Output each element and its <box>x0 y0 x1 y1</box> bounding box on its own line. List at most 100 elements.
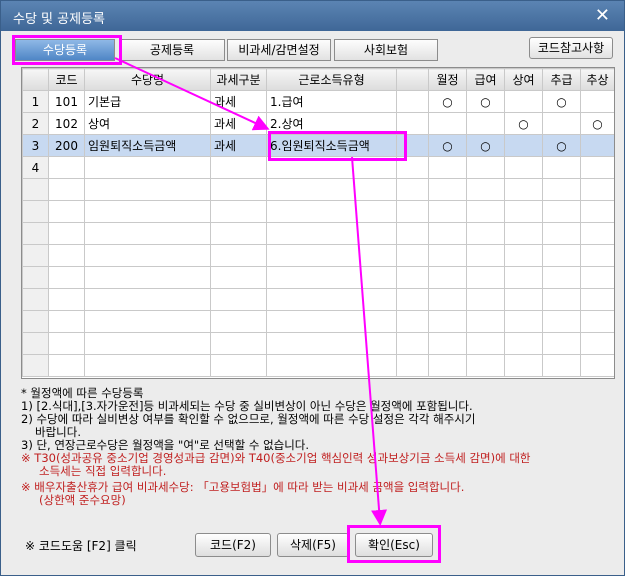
col-header-add-salary[interactable]: 추급 <box>542 68 581 91</box>
empty-cell[interactable] <box>466 222 505 245</box>
empty-cell[interactable] <box>428 222 467 245</box>
empty-cell[interactable] <box>504 266 543 289</box>
close-icon[interactable]: ✕ <box>595 5 610 26</box>
empty-cell[interactable] <box>210 222 267 245</box>
empty-cell[interactable] <box>466 178 505 201</box>
empty-cell[interactable] <box>504 178 543 201</box>
cell-tax[interactable]: 과세 <box>210 90 267 113</box>
table-row-empty[interactable] <box>22 244 614 267</box>
empty-cell[interactable] <box>210 200 267 223</box>
cell-monthly[interactable] <box>428 112 467 135</box>
empty-cell[interactable] <box>84 200 211 223</box>
cell-code[interactable]: 200 <box>48 134 85 157</box>
table-row-empty[interactable] <box>22 354 614 377</box>
delete-button[interactable]: 삭제(F5) <box>277 533 349 557</box>
empty-cell[interactable] <box>266 200 397 223</box>
table-row-empty[interactable] <box>22 310 614 333</box>
empty-cell[interactable] <box>48 332 85 355</box>
cell-name[interactable]: 상여 <box>84 112 211 135</box>
empty-cell[interactable] <box>504 200 543 223</box>
cell-income-type[interactable] <box>266 156 397 179</box>
cell-salary[interactable]: ○ <box>466 90 505 113</box>
cell-code[interactable] <box>48 156 85 179</box>
empty-cell[interactable] <box>210 244 267 267</box>
table-row[interactable]: 2 102 상여 과세 2.상여 ○ ○ <box>22 112 614 135</box>
cell-salary[interactable]: ○ <box>466 134 505 157</box>
col-header-bonus[interactable]: 상여 <box>504 68 543 91</box>
cell-income-type[interactable]: 6.임원퇴직소득금액 <box>266 134 397 157</box>
empty-cell[interactable] <box>504 310 543 333</box>
cell-add-bonus[interactable] <box>580 156 614 179</box>
empty-cell[interactable] <box>466 200 505 223</box>
empty-cell[interactable] <box>542 266 581 289</box>
table-row-empty[interactable] <box>22 200 614 223</box>
empty-cell[interactable] <box>396 310 429 333</box>
col-header-tax[interactable]: 과세구분 <box>210 68 267 91</box>
empty-cell[interactable] <box>428 310 467 333</box>
empty-cell[interactable] <box>210 288 267 311</box>
cell-bonus[interactable] <box>504 134 543 157</box>
cell-bonus[interactable]: ○ <box>504 112 543 135</box>
empty-cell[interactable] <box>48 288 85 311</box>
empty-cell[interactable] <box>580 354 614 377</box>
empty-cell[interactable] <box>580 222 614 245</box>
empty-cell[interactable] <box>396 332 429 355</box>
table-row[interactable]: 4 <box>22 156 614 179</box>
empty-cell[interactable] <box>542 178 581 201</box>
col-header-add-bonus[interactable]: 추상 <box>580 68 614 91</box>
empty-cell[interactable] <box>84 288 211 311</box>
empty-cell[interactable] <box>466 310 505 333</box>
empty-cell[interactable] <box>266 244 397 267</box>
cell-add-bonus[interactable]: ○ <box>580 112 614 135</box>
empty-cell[interactable] <box>428 244 467 267</box>
empty-cell[interactable] <box>466 332 505 355</box>
empty-cell[interactable] <box>542 354 581 377</box>
empty-cell[interactable] <box>504 244 543 267</box>
empty-cell[interactable] <box>428 266 467 289</box>
empty-cell[interactable] <box>428 332 467 355</box>
empty-cell[interactable] <box>266 178 397 201</box>
empty-cell[interactable] <box>580 178 614 201</box>
empty-cell[interactable] <box>504 288 543 311</box>
code-button[interactable]: 코드(F2) <box>195 533 271 557</box>
cell-name[interactable]: 임원퇴직소득금액 <box>84 134 211 157</box>
cell-tax[interactable] <box>210 156 267 179</box>
empty-cell[interactable] <box>504 332 543 355</box>
empty-cell[interactable] <box>48 310 85 333</box>
empty-cell[interactable] <box>84 244 211 267</box>
empty-cell[interactable] <box>396 222 429 245</box>
table-row-empty[interactable] <box>22 332 614 355</box>
table-row-empty[interactable] <box>22 222 614 245</box>
empty-cell[interactable] <box>580 288 614 311</box>
empty-cell[interactable] <box>428 200 467 223</box>
cell-add-salary[interactable] <box>542 112 581 135</box>
empty-cell[interactable] <box>396 266 429 289</box>
empty-cell[interactable] <box>396 288 429 311</box>
empty-cell[interactable] <box>466 266 505 289</box>
empty-cell[interactable] <box>84 310 211 333</box>
empty-cell[interactable] <box>84 332 211 355</box>
empty-cell[interactable] <box>396 178 429 201</box>
empty-cell[interactable] <box>580 332 614 355</box>
empty-cell[interactable] <box>466 354 505 377</box>
empty-cell[interactable] <box>266 266 397 289</box>
empty-cell[interactable] <box>580 310 614 333</box>
code-reference-button[interactable]: 코드참고사항 <box>529 37 613 59</box>
cell-add-bonus[interactable] <box>580 90 614 113</box>
cell-code[interactable]: 101 <box>48 90 85 113</box>
table-row-empty[interactable] <box>22 178 614 201</box>
empty-cell[interactable] <box>210 332 267 355</box>
empty-cell[interactable] <box>48 244 85 267</box>
empty-cell[interactable] <box>210 354 267 377</box>
empty-cell[interactable] <box>466 244 505 267</box>
empty-cell[interactable] <box>580 200 614 223</box>
col-header-salary[interactable]: 급여 <box>466 68 505 91</box>
cell-tax[interactable]: 과세 <box>210 112 267 135</box>
cell-income-type[interactable]: 2.상여 <box>266 112 397 135</box>
col-header-monthly[interactable]: 월정 <box>428 68 467 91</box>
empty-cell[interactable] <box>542 200 581 223</box>
empty-cell[interactable] <box>542 310 581 333</box>
tab-nontax[interactable]: 비과세/감면설정 <box>227 39 331 61</box>
empty-cell[interactable] <box>84 354 211 377</box>
empty-cell[interactable] <box>48 200 85 223</box>
